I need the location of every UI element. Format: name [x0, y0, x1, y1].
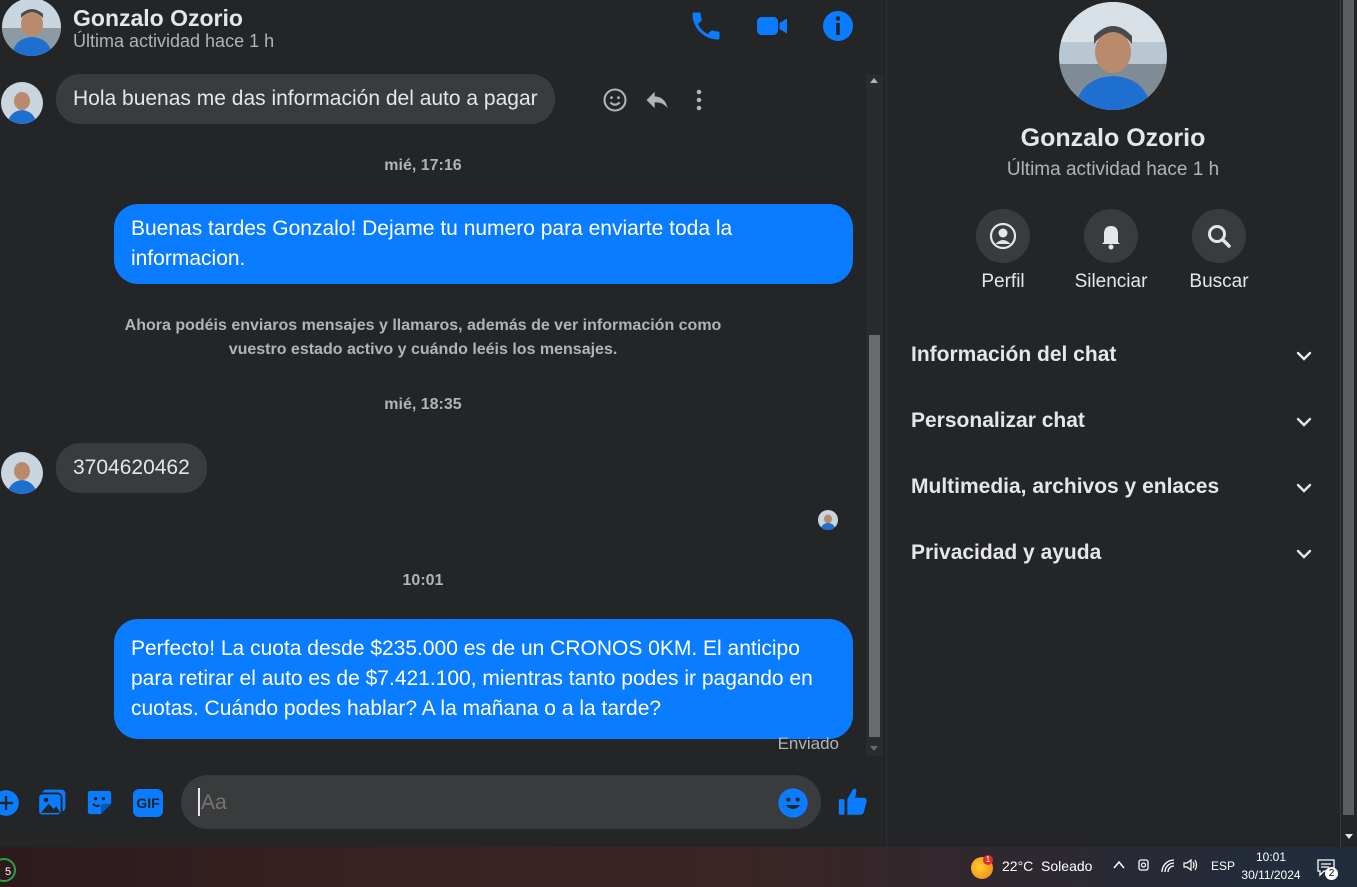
- message-text: Perfecto! La cuota desde $235.000 es de …: [131, 637, 813, 720]
- message-bubble-outgoing[interactable]: Perfecto! La cuota desde $235.000 es de …: [114, 619, 853, 739]
- message-input[interactable]: [199, 786, 763, 820]
- image-icon[interactable]: [37, 787, 68, 818]
- sender-avatar[interactable]: [1, 452, 43, 494]
- search-icon: [1192, 209, 1246, 263]
- mute-button[interactable]: Silenciar: [1056, 209, 1166, 299]
- reply-icon[interactable]: [643, 86, 671, 114]
- emoji-icon[interactable]: [777, 787, 809, 819]
- message-text: 3704620462: [73, 456, 190, 479]
- profile-name: Gonzalo Ozorio: [1020, 124, 1206, 152]
- contact-status: Última actividad hace 1 h: [73, 31, 275, 51]
- message-bubble-incoming[interactable]: Hola buenas me das información del auto …: [56, 74, 555, 124]
- phone-icon[interactable]: [688, 8, 724, 44]
- like-icon[interactable]: [836, 785, 870, 819]
- message-bubble-incoming[interactable]: 3704620462: [56, 443, 207, 493]
- chevron-down-icon: [1294, 412, 1314, 432]
- system-notice: Ahora podéis enviaros mensajes y llamaro…: [124, 317, 722, 358]
- window-scrollbar-thumb[interactable]: [1343, 0, 1354, 815]
- info-icon[interactable]: [820, 8, 856, 44]
- profile-icon: [976, 209, 1030, 263]
- bell-icon: [1084, 209, 1138, 263]
- scroll-down-arrow[interactable]: [1345, 834, 1353, 839]
- action-label: Silenciar: [1074, 271, 1148, 292]
- contact-name[interactable]: Gonzalo Ozorio: [73, 5, 243, 32]
- action-label: Buscar: [1189, 271, 1249, 292]
- weather-alert-badge: 1: [983, 855, 993, 865]
- clock-time[interactable]: 10:01: [1236, 850, 1306, 864]
- taskbar: [0, 847, 1357, 887]
- contact-avatar[interactable]: [2, 0, 61, 56]
- profile-button[interactable]: Perfil: [948, 209, 1058, 299]
- search-button[interactable]: Buscar: [1164, 209, 1274, 299]
- clock-date[interactable]: 30/11/2024: [1236, 868, 1306, 882]
- timestamp: mié, 18:35: [384, 396, 462, 413]
- chevron-down-icon: [1294, 544, 1314, 564]
- sticker-icon[interactable]: [84, 787, 115, 818]
- read-receipt-avatar: [818, 510, 838, 530]
- sender-avatar[interactable]: [1, 82, 43, 124]
- section-label: Privacidad y ayuda: [911, 541, 1102, 564]
- scroll-up-arrow[interactable]: [870, 78, 878, 83]
- section-label: Personalizar chat: [911, 409, 1085, 432]
- video-icon[interactable]: [754, 8, 790, 44]
- message-bubble-outgoing[interactable]: Buenas tardes Gonzalo! Dejame tu numero …: [114, 204, 853, 284]
- badge-count: 5: [4, 866, 12, 878]
- language-indicator[interactable]: ESP: [1211, 859, 1235, 873]
- section-label: Información del chat: [911, 343, 1117, 366]
- gif-icon[interactable]: GIF: [133, 789, 163, 817]
- scroll-down-arrow[interactable]: [870, 746, 878, 751]
- timestamp: 10:01: [402, 572, 444, 589]
- volume-icon[interactable]: [1182, 857, 1200, 873]
- action-label: Perfil: [981, 271, 1025, 292]
- gif-label: GIF: [136, 795, 160, 811]
- chevron-down-icon: [1294, 478, 1314, 498]
- chat-scrollbar-thumb[interactable]: [869, 335, 880, 737]
- react-emoji-icon[interactable]: [601, 86, 629, 114]
- more-options-icon[interactable]: [690, 86, 708, 114]
- profile-avatar[interactable]: [1059, 2, 1167, 110]
- message-text: Hola buenas me das información del auto …: [73, 87, 538, 110]
- chevron-up-icon[interactable]: [1112, 858, 1126, 872]
- message-text: Buenas tardes Gonzalo! Dejame tu numero …: [131, 217, 733, 270]
- wifi-icon[interactable]: [1160, 858, 1176, 874]
- timestamp: mié, 17:16: [384, 157, 462, 174]
- section-label: Multimedia, archivos y enlaces: [911, 475, 1220, 498]
- profile-status: Última actividad hace 1 h: [1006, 159, 1220, 180]
- weather-text[interactable]: 22°C Soleado: [1002, 858, 1092, 874]
- meet-now-icon[interactable]: [1136, 857, 1152, 873]
- notification-count-badge: 2: [1325, 867, 1338, 880]
- chevron-down-icon: [1294, 346, 1314, 366]
- plus-icon[interactable]: [0, 789, 20, 817]
- sent-status: Enviado: [777, 734, 839, 753]
